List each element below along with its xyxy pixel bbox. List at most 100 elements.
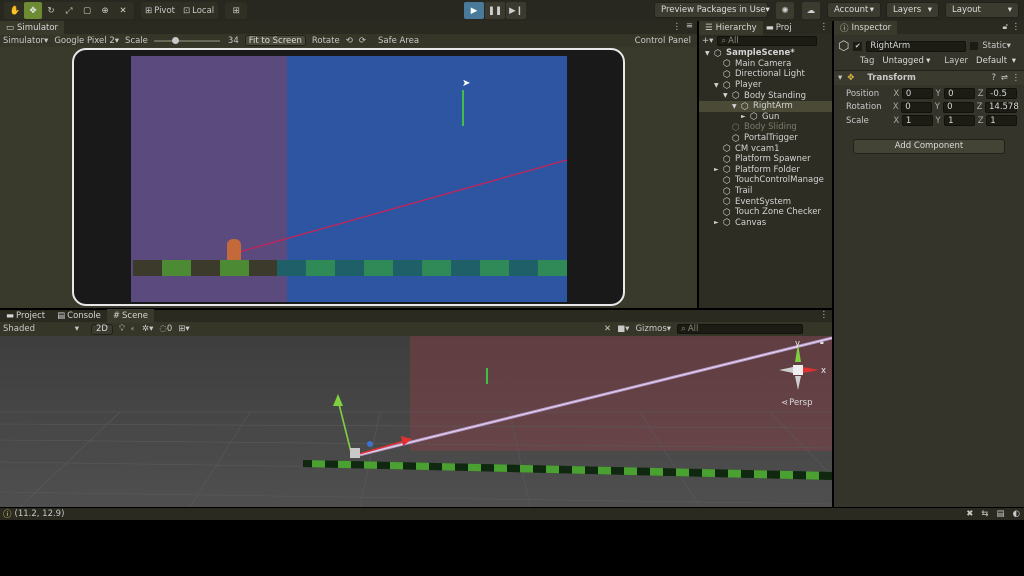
- rect-tool-icon[interactable]: ▢: [78, 2, 96, 19]
- foldout-arrow-icon[interactable]: ►: [714, 166, 723, 173]
- layers-dropdown[interactable]: Layers ▾: [886, 2, 939, 18]
- foldout-arrow-icon[interactable]: ►: [741, 113, 750, 120]
- hand-tool-icon[interactable]: ✋: [6, 2, 24, 19]
- foldout-arrow-icon[interactable]: ▼: [705, 50, 714, 57]
- foldout-arrow-icon[interactable]: ▼: [732, 103, 741, 110]
- device-dropdown[interactable]: Google Pixel 2 ▾: [54, 36, 119, 46]
- grid-toggle-icon[interactable]: ⊞▾: [178, 324, 189, 334]
- hierarchy-item[interactable]: ⬡ EventSystem: [699, 196, 832, 208]
- hierarchy-item[interactable]: ⬡ PortalTrigger: [699, 133, 832, 144]
- lock-icon[interactable]: 🔒︎: [820, 338, 824, 347]
- tag-dropdown[interactable]: Untagged ▾: [878, 54, 935, 67]
- gizmos-dropdown[interactable]: Gizmos ▾: [635, 324, 671, 334]
- add-component-button[interactable]: Add Component: [853, 138, 1005, 154]
- rotation-y-field[interactable]: 0: [943, 101, 974, 113]
- tab-project[interactable]: ▬ Proj: [763, 21, 795, 35]
- scale-tool-icon[interactable]: ⤢: [60, 2, 78, 19]
- layer-dropdown[interactable]: Default ▾: [972, 54, 1020, 67]
- scene-search-input[interactable]: ⌕ All: [677, 324, 804, 334]
- tab-simulator[interactable]: ▭ Simulator: [0, 20, 65, 35]
- hierarchy-item[interactable]: ⬡ Platform Spawner: [699, 154, 832, 165]
- pivot-toggle[interactable]: ⊞ Pivot: [145, 6, 175, 16]
- rotate-tool-icon[interactable]: ↻: [42, 2, 60, 19]
- network-icon[interactable]: ⇆: [981, 509, 988, 519]
- hierarchy-item[interactable]: ► ⬡ Canvas: [699, 218, 832, 229]
- position-y-field[interactable]: 0: [944, 88, 975, 100]
- hierarchy-search-input[interactable]: ⌕ All: [717, 35, 818, 46]
- hierarchy-item[interactable]: ⬡ CM vcam1: [699, 143, 832, 155]
- scale-x-field[interactable]: 1: [901, 115, 933, 127]
- bug-icon[interactable]: ✖: [966, 509, 973, 519]
- hierarchy-item[interactable]: ⬡ Main Camera: [699, 59, 832, 70]
- help-icon[interactable]: ?: [991, 73, 996, 83]
- grid-snap-button[interactable]: ⊞: [225, 2, 248, 19]
- scale-slider[interactable]: [153, 36, 220, 45]
- move-tool-icon[interactable]: ✥: [24, 2, 42, 19]
- lighting-icon[interactable]: ✺: [776, 2, 794, 19]
- foldout-arrow-icon[interactable]: ►: [714, 219, 723, 226]
- hierarchy-item[interactable]: ⬡ Directional Light: [699, 69, 832, 80]
- effects-toggle-icon[interactable]: ✲▾: [142, 324, 153, 334]
- transform-tool-icon[interactable]: ⊕: [96, 2, 114, 19]
- transform-header[interactable]: ▾ ✥ Transform ? ⇌ ⋮: [834, 71, 1024, 85]
- tab-inspector[interactable]: ⓘ Inspector: [834, 20, 898, 35]
- scale-y-field[interactable]: 1: [944, 115, 975, 127]
- tab-scene[interactable]: # Scene: [106, 309, 154, 323]
- foldout-arrow-icon[interactable]: ▼: [723, 92, 732, 99]
- rotation-z-field[interactable]: 14.578: [985, 101, 1019, 113]
- scale-z-field[interactable]: 1: [986, 115, 1018, 127]
- foldout-arrow-icon[interactable]: ▼: [714, 82, 723, 89]
- tab-project[interactable]: ▬ Project: [0, 309, 51, 323]
- rotate-right-icon[interactable]: ⟳: [359, 36, 366, 46]
- scale-slider-thumb[interactable]: [171, 36, 179, 44]
- account-dropdown[interactable]: Account ▾: [827, 2, 881, 18]
- camera-icon[interactable]: ■▾: [617, 324, 629, 334]
- shading-dropdown[interactable]: Shaded ▾: [3, 324, 79, 334]
- step-button[interactable]: ▶❙: [506, 2, 526, 19]
- rotation-x-field[interactable]: 0: [901, 101, 932, 113]
- position-z-field[interactable]: -0.5: [986, 88, 1018, 100]
- hierarchy-item[interactable]: ⬡ Body Sliding: [699, 122, 832, 133]
- cloud-icon[interactable]: ☁: [802, 2, 820, 19]
- debug-icon[interactable]: ◐: [1013, 509, 1020, 519]
- hierarchy-item[interactable]: ⬡ Touch Zone Checker: [699, 207, 832, 218]
- tab-hierarchy[interactable]: ☰ Hierarchy: [699, 20, 763, 35]
- custom-tool-icon[interactable]: ✕: [114, 2, 132, 19]
- simulator-mode-dropdown[interactable]: Simulator ▾: [3, 36, 48, 46]
- fit-to-screen-button[interactable]: Fit to Screen: [244, 35, 306, 46]
- hierarchy-item[interactable]: ⬡ TouchControlManage: [699, 175, 832, 186]
- orientation-gizmo[interactable]: y x 🔒︎ ⋖ Persp: [775, 338, 831, 410]
- panel-menu-icon[interactable]: ≡: [686, 21, 693, 31]
- more-options-icon[interactable]: ⋮: [820, 22, 829, 32]
- position-x-field[interactable]: 0: [901, 88, 933, 100]
- rotate-left-icon[interactable]: ⟲: [346, 36, 353, 46]
- preview-packages-button[interactable]: Preview Packages in Use ▾: [654, 2, 770, 18]
- progress-icon[interactable]: ▤: [997, 509, 1005, 519]
- lighting-toggle-icon[interactable]: 💡︎: [119, 324, 125, 334]
- safe-area-toggle[interactable]: Safe Area: [378, 36, 419, 46]
- hidden-objects-toggle[interactable]: ◌ 0: [159, 324, 172, 334]
- more-options-icon[interactable]: ⋮: [673, 22, 682, 32]
- active-checkbox[interactable]: ✔: [853, 41, 863, 51]
- object-name-field[interactable]: RightArm: [866, 40, 967, 52]
- static-checkbox[interactable]: [970, 42, 979, 50]
- local-toggle[interactable]: ⊡ Local: [183, 6, 214, 16]
- status-text[interactable]: (11.2, 12.9): [15, 509, 65, 519]
- more-options-icon[interactable]: ⋮: [1012, 22, 1021, 32]
- add-icon[interactable]: +▾: [702, 36, 713, 46]
- static-dropdown[interactable]: Static ▾: [982, 41, 1011, 51]
- control-panel-button[interactable]: Control Panel: [635, 36, 691, 46]
- hierarchy-item[interactable]: ► ⬡ Gun: [699, 112, 832, 123]
- layout-dropdown[interactable]: Layout ▾: [945, 2, 1019, 18]
- hierarchy-item[interactable]: ⬡ Trail: [699, 186, 832, 197]
- hierarchy-item[interactable]: ► ⬡ Platform Folder: [699, 165, 832, 176]
- lock-icon[interactable]: 🔓︎: [1002, 22, 1008, 32]
- tab-console[interactable]: ▤ Console: [51, 309, 107, 323]
- more-options-icon[interactable]: ⋮: [1012, 73, 1021, 83]
- audio-toggle-icon[interactable]: 🔈︎: [131, 324, 136, 334]
- hierarchy-item[interactable]: ▼ ⬡ Body Standing: [699, 90, 832, 102]
- tools-icon[interactable]: ✕: [604, 324, 611, 334]
- 2d-toggle[interactable]: 2D: [91, 323, 113, 335]
- preset-icon[interactable]: ⇌: [1001, 73, 1008, 83]
- more-options-icon[interactable]: ⋮: [820, 310, 829, 320]
